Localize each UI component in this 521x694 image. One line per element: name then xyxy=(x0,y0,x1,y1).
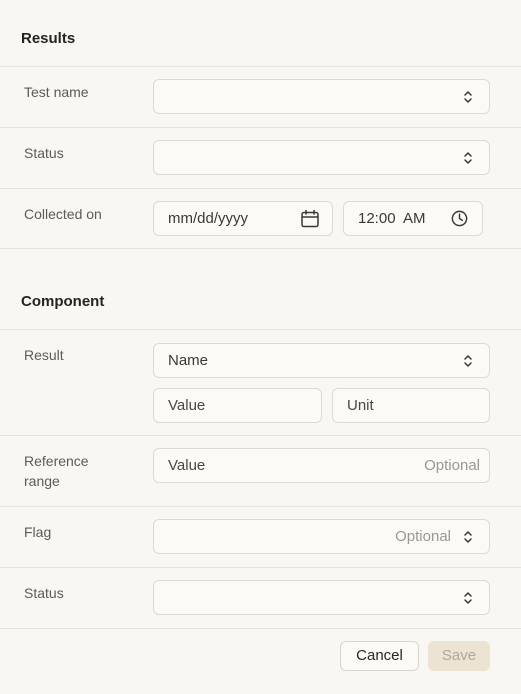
divider xyxy=(0,248,521,249)
test-name-label: Test name xyxy=(24,84,89,100)
optional-hint: Optional xyxy=(395,528,451,545)
flag-label: Flag xyxy=(24,524,52,540)
chevron-up-down-icon xyxy=(464,355,472,367)
component-status-label: Status xyxy=(24,585,64,601)
status-select[interactable] xyxy=(153,140,490,175)
optional-hint: Optional xyxy=(424,457,480,474)
name-value: Name xyxy=(168,352,209,369)
chevron-up-down-icon xyxy=(464,91,472,103)
time-value: 12:00 AM xyxy=(358,210,426,227)
chevron-up-down-icon xyxy=(464,152,472,164)
calendar-icon[interactable] xyxy=(300,209,320,229)
component-name-select[interactable]: Name xyxy=(153,343,490,378)
divider xyxy=(0,66,521,67)
unit-placeholder: Unit xyxy=(347,397,374,414)
test-name-select[interactable] xyxy=(153,79,490,114)
chevron-up-down-icon xyxy=(464,531,472,543)
result-unit-input[interactable]: Unit xyxy=(332,388,490,423)
chevron-up-down-icon xyxy=(464,592,472,604)
collected-on-label: Collected on xyxy=(24,206,102,222)
clock-icon[interactable] xyxy=(450,209,469,228)
divider xyxy=(0,628,521,629)
divider xyxy=(0,188,521,189)
component-section-title: Component xyxy=(21,293,105,310)
reference-value-placeholder: Value xyxy=(168,457,206,474)
value-placeholder: Value xyxy=(168,397,206,414)
result-value-input[interactable]: Value xyxy=(153,388,322,423)
divider xyxy=(0,329,521,330)
result-label: Result xyxy=(24,347,64,363)
results-section-title: Results xyxy=(21,30,76,47)
reference-range-input[interactable]: Value Optional xyxy=(153,448,490,483)
save-button[interactable]: Save xyxy=(428,641,490,671)
collected-time-input[interactable]: 12:00 AM xyxy=(343,201,483,236)
collected-date-input[interactable]: mm/dd/yyyy xyxy=(153,201,333,236)
divider xyxy=(0,567,521,568)
reference-range-label: Reference range xyxy=(24,453,89,489)
lab-result-form: Results Test name Status Collected on mm… xyxy=(0,0,521,694)
divider xyxy=(0,435,521,436)
date-value: mm/dd/yyyy xyxy=(168,210,249,227)
divider xyxy=(0,127,521,128)
status-label: Status xyxy=(24,145,64,161)
component-status-select[interactable] xyxy=(153,580,490,615)
divider xyxy=(0,506,521,507)
cancel-button[interactable]: Cancel xyxy=(340,641,419,671)
flag-select[interactable]: Optional xyxy=(153,519,490,554)
